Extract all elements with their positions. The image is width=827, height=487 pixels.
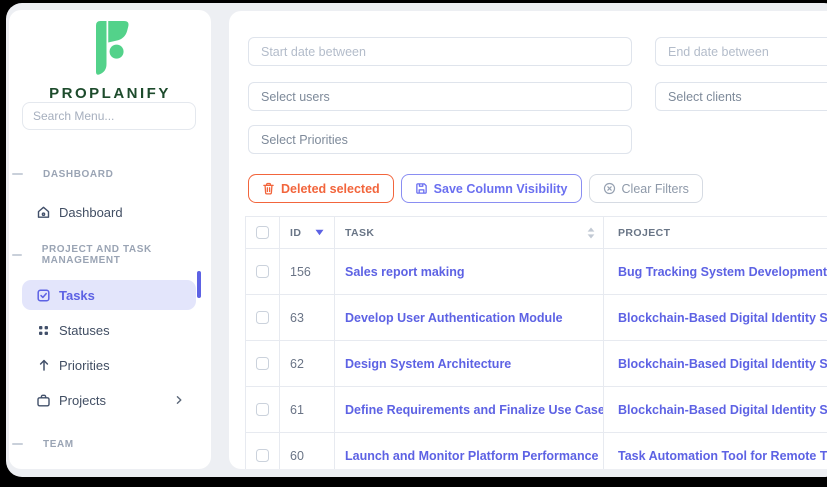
circle-x-icon xyxy=(603,182,616,195)
sidebar-item-label: Statuses xyxy=(59,323,110,338)
sidebar-item-priorities[interactable]: Priorities xyxy=(22,351,196,379)
project-link[interactable]: Blockchain-Based Digital Identity System xyxy=(618,357,827,371)
column-header-id[interactable]: ID xyxy=(290,227,301,239)
column-header-project[interactable]: PROJECT xyxy=(618,227,670,239)
section-team: TEAM xyxy=(9,437,74,451)
end-date-filter[interactable] xyxy=(655,37,827,66)
main-content: Deleted selected Save Column Visibility xyxy=(229,11,827,469)
priorities-filter[interactable] xyxy=(248,125,632,154)
row-checkbox[interactable] xyxy=(256,403,269,416)
active-item-indicator xyxy=(197,271,201,298)
sidebar-item-dashboard[interactable]: Dashboard xyxy=(22,198,196,226)
clear-filters-label: Clear Filters xyxy=(622,182,689,196)
section-label: DASHBOARD xyxy=(43,169,113,180)
section-dashboard: DASHBOARD xyxy=(9,167,113,181)
project-link[interactable]: Blockchain-Based Digital Identity System xyxy=(618,311,827,325)
brand-name: PROPLANIFY xyxy=(9,85,211,102)
task-link[interactable]: Develop User Authentication Module xyxy=(345,311,563,325)
table-row[interactable]: 63 Develop User Authentication Module Bl… xyxy=(246,295,827,341)
grid-icon xyxy=(36,323,51,338)
delete-selected-button[interactable]: Deleted selected xyxy=(248,174,394,203)
section-label: PROJECT AND TASK MANAGEMENT xyxy=(42,244,211,266)
section-dash-icon xyxy=(12,443,23,445)
sidebar-item-statuses[interactable]: Statuses xyxy=(22,316,196,344)
table-row[interactable]: 60 Launch and Monitor Platform Performan… xyxy=(246,433,827,469)
project-link[interactable]: Blockchain-Based Digital Identity System xyxy=(618,403,827,417)
task-link[interactable]: Define Requirements and Finalize Use Cas… xyxy=(345,403,603,417)
project-link[interactable]: Bug Tracking System Development xyxy=(618,265,827,279)
table-row[interactable]: 61 Define Requirements and Finalize Use … xyxy=(246,387,827,433)
search-input[interactable] xyxy=(22,102,196,130)
select-all-checkbox[interactable] xyxy=(256,226,269,239)
project-link[interactable]: Task Automation Tool for Remote Teams xyxy=(618,449,827,463)
section-label: TEAM xyxy=(43,439,74,450)
section-dash-icon xyxy=(12,173,23,175)
section-dash-icon xyxy=(12,254,22,256)
brand-logo-icon xyxy=(89,20,131,78)
chevron-right-icon xyxy=(174,395,184,405)
column-header-task[interactable]: TASK xyxy=(345,227,374,239)
tasks-icon xyxy=(36,288,51,303)
row-checkbox[interactable] xyxy=(256,311,269,324)
trash-icon xyxy=(262,182,275,195)
start-date-filter[interactable] xyxy=(248,37,632,66)
task-id: 156 xyxy=(280,249,335,294)
sort-both-icon[interactable] xyxy=(587,227,595,239)
app-window: PROPLANIFY DASHBOARD Dashboard PROJECT A… xyxy=(0,0,827,487)
sidebar-item-tasks[interactable]: Tasks xyxy=(22,280,196,310)
delete-selected-label: Deleted selected xyxy=(281,182,380,196)
toolbar: Deleted selected Save Column Visibility xyxy=(248,174,703,203)
row-checkbox[interactable] xyxy=(256,449,269,462)
task-id: 60 xyxy=(280,433,335,469)
sort-desc-icon[interactable] xyxy=(315,229,324,236)
table-header-row: ID TASK PROJECT xyxy=(246,217,827,249)
users-filter[interactable] xyxy=(248,82,632,111)
sidebar-item-projects[interactable]: Projects xyxy=(22,386,196,414)
row-checkbox[interactable] xyxy=(256,357,269,370)
clear-filters-button[interactable]: Clear Filters xyxy=(589,174,703,203)
sidebar: PROPLANIFY DASHBOARD Dashboard PROJECT A… xyxy=(9,10,211,469)
task-id: 63 xyxy=(280,295,335,340)
briefcase-icon xyxy=(36,393,51,408)
section-project-task: PROJECT AND TASK MANAGEMENT xyxy=(9,248,211,262)
sidebar-item-label: Priorities xyxy=(59,358,110,373)
tasks-table: ID TASK PROJECT xyxy=(245,216,827,469)
task-id: 61 xyxy=(280,387,335,432)
clients-filter[interactable] xyxy=(655,82,827,111)
table-row[interactable]: 62 Design System Architecture Blockchain… xyxy=(246,341,827,387)
task-link[interactable]: Design System Architecture xyxy=(345,357,511,371)
task-link[interactable]: Sales report making xyxy=(345,265,465,279)
save-column-visibility-button[interactable]: Save Column Visibility xyxy=(401,174,582,203)
task-link[interactable]: Launch and Monitor Platform Performance xyxy=(345,449,599,463)
save-icon xyxy=(415,182,428,195)
row-checkbox[interactable] xyxy=(256,265,269,278)
brand: PROPLANIFY xyxy=(9,20,211,102)
save-column-visibility-label: Save Column Visibility xyxy=(434,182,568,196)
sidebar-item-label: Dashboard xyxy=(59,205,123,220)
home-icon xyxy=(36,205,51,220)
arrow-up-icon xyxy=(36,358,51,373)
table-row[interactable]: 156 Sales report making Bug Tracking Sys… xyxy=(246,249,827,295)
sidebar-item-label: Projects xyxy=(59,393,106,408)
sidebar-item-label: Tasks xyxy=(59,288,95,303)
task-id: 62 xyxy=(280,341,335,386)
